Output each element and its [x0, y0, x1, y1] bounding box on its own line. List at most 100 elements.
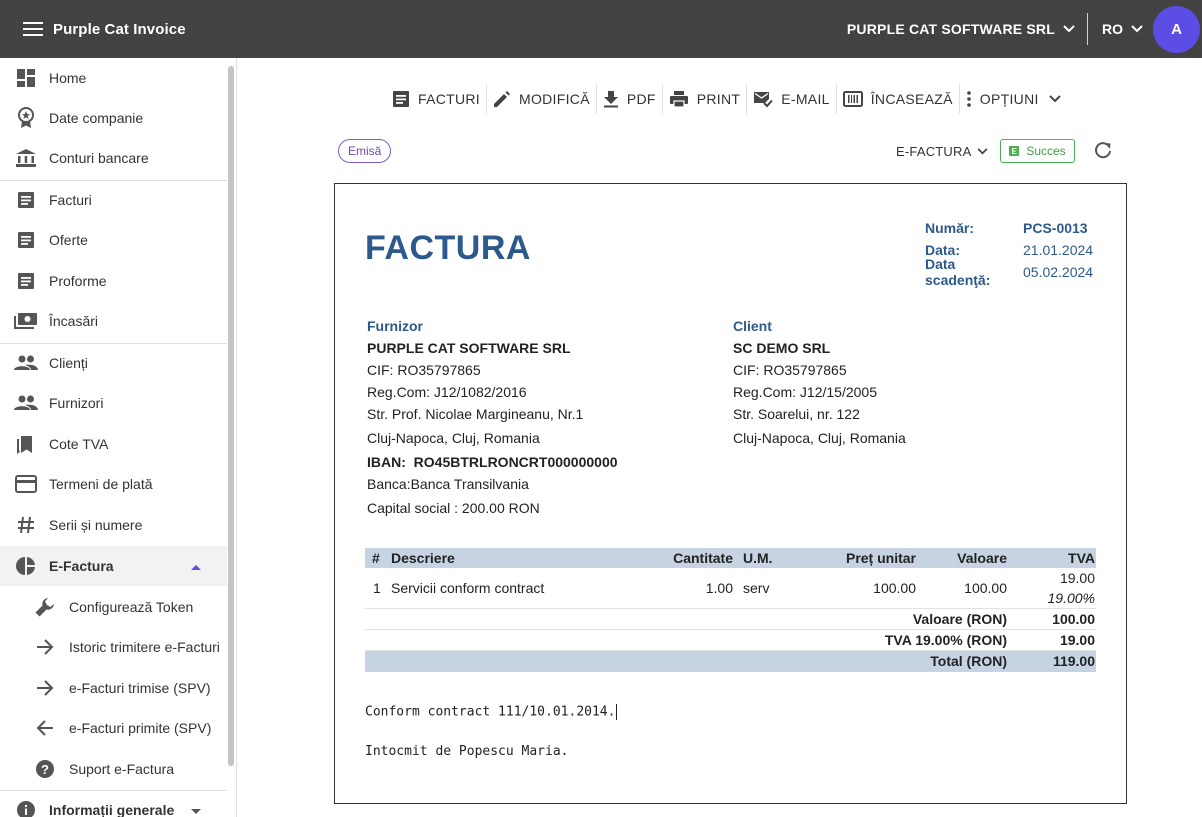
incaseaza-label: ÎNCASEAZĂ — [870, 91, 953, 107]
document-icon — [393, 91, 409, 107]
client-heading: Client — [733, 318, 772, 334]
sidebar-item-conturi-bancare[interactable]: Conturi bancare — [0, 138, 227, 178]
invoice-number: PCS-0013 — [1023, 220, 1088, 236]
incaseaza-button[interactable]: ÎNCASEAZĂ — [837, 80, 959, 118]
sidebar-item-label: Suport e-Factura — [69, 761, 175, 777]
payments-icon — [14, 309, 38, 333]
sidebar-item-incasari[interactable]: Încasări — [0, 301, 227, 341]
grand-total-label: Total (RON) — [930, 653, 1007, 669]
people-icon — [14, 351, 38, 375]
people-icon — [14, 391, 38, 415]
badge-icon — [14, 106, 38, 130]
sidebar-item-date-companie[interactable]: Date companie — [0, 98, 227, 138]
row-tva-rate: 19.00% — [1047, 590, 1095, 606]
furnizor-heading: Furnizor — [367, 318, 423, 334]
facturi-button[interactable]: FACTURI — [386, 80, 486, 118]
invoice-document: FACTURA Număr: PCS-0013 Data: 21.01.2024 D… — [334, 183, 1127, 804]
furnizor-cif: CIF: RO35797865 — [367, 362, 481, 378]
download-icon — [603, 91, 618, 108]
language-label: RO — [1102, 21, 1123, 37]
sidebar-item-cote-tva[interactable]: Cote TVA — [0, 424, 227, 464]
numar-label: Număr: — [925, 220, 975, 236]
document-icon — [14, 188, 38, 212]
row-nr: 1 — [373, 580, 381, 596]
row-descriere: Servicii conform contract — [391, 580, 545, 596]
furnizor-name: PURPLE CAT SOFTWARE SRL — [367, 340, 571, 356]
row-pret-unitar: 100.00 — [873, 580, 916, 596]
sidebar-item-efacturi-trimise[interactable]: e-Facturi trimise (SPV) — [0, 668, 227, 708]
invoice-date: 21.01.2024 — [1023, 242, 1094, 258]
note-line: Intocmit de Popescu Maria. — [365, 744, 569, 759]
banca-label: Banca: — [367, 476, 411, 492]
modifica-button[interactable]: MODIFICĂ — [487, 80, 596, 118]
sidebar-item-informatii-generale[interactable]: Informații generale — [0, 790, 227, 817]
tva-total-value: 19.00 — [1059, 632, 1095, 648]
optiuni-button[interactable]: OPȚIUNI — [960, 80, 1067, 118]
furnizor-capital: Capital social : 200.00 RON — [367, 500, 540, 516]
print-button[interactable]: PRINT — [663, 80, 747, 118]
furnizor-address: Str. Prof. Nicolae Margineanu, Nr.1 — [367, 406, 584, 422]
banca-value: Banca Transilvania — [410, 476, 529, 492]
sidebar-item-label: Încasări — [49, 313, 99, 329]
note-text: Conform contract 111/10.01.2014. — [365, 704, 616, 720]
pdf-button[interactable]: PDF — [597, 80, 662, 118]
sidebar-item-label: Serii și numere — [49, 517, 143, 533]
sidebar-item-label: Facturi — [49, 192, 92, 208]
sidebar-item-termeni-de-plata[interactable]: Termeni de plată — [0, 464, 227, 504]
text-caret — [616, 704, 618, 720]
email-button[interactable]: E-MAIL — [747, 80, 835, 118]
edit-icon — [494, 91, 510, 107]
document-icon — [14, 228, 38, 252]
company-selector[interactable]: PURPLE CAT SOFTWARE SRL — [847, 21, 1075, 37]
caret-down-icon — [190, 802, 202, 817]
hashtag-icon — [14, 513, 38, 537]
grand-total-row: Total (RON) 119.00 — [365, 651, 1096, 672]
arrow-right-icon — [33, 635, 57, 659]
print-icon — [669, 91, 688, 108]
bank-icon — [14, 146, 38, 170]
sidebar-item-label: Cote TVA — [49, 436, 109, 452]
furnizor-city: Cluj-Napoca, Cluj, Romania — [367, 430, 540, 446]
refresh-icon[interactable] — [1091, 139, 1115, 163]
menu-icon[interactable] — [13, 9, 53, 49]
sidebar-scrollbar[interactable] — [228, 66, 234, 766]
language-selector[interactable]: RO — [1102, 21, 1143, 37]
tva-total-row: TVA 19.00% (RON) 19.00 — [365, 630, 1096, 651]
col-valoare: Valoare — [957, 550, 1007, 566]
sidebar-item-label: e-Facturi trimise (SPV) — [69, 680, 211, 696]
subtotal-label: Valoare (RON) — [912, 611, 1007, 627]
invoice-notes[interactable]: Conform contract 111/10.01.2014. Intocmi… — [365, 704, 618, 784]
col-nr: # — [372, 550, 380, 566]
more-vertical-icon — [966, 91, 971, 107]
sidebar-item-suport-efactura[interactable]: ? Suport e-Factura — [0, 749, 227, 789]
sidebar-item-e-factura[interactable]: E-Factura — [0, 546, 227, 586]
efactura-icon: E — [1009, 146, 1020, 156]
col-pret-unitar: Preț unitar — [845, 550, 916, 566]
sidebar-item-configureaza-token[interactable]: Configurează Token — [0, 587, 227, 627]
row-tva: 19.00 — [1059, 570, 1095, 586]
sidebar-item-facturi[interactable]: Facturi — [0, 180, 227, 220]
info-icon — [14, 798, 38, 817]
sidebar-item-furnizori[interactable]: Furnizori — [0, 383, 227, 423]
dashboard-icon — [14, 66, 38, 90]
sidebar-item-serii-si-numere[interactable]: Serii și numere — [0, 505, 227, 545]
sidebar-item-clienti[interactable]: Clienți — [0, 343, 227, 383]
efactura-selector[interactable]: E-FACTURA — [896, 140, 988, 162]
sidebar-item-istoric-trimitere[interactable]: Istoric trimitere e-Facturi — [0, 627, 227, 667]
note-line: Conform contract 111/10.01.2014. — [365, 704, 618, 744]
iban-label: IBAN: — [367, 454, 406, 470]
sidebar-item-oferte[interactable]: Oferte — [0, 220, 227, 260]
efactura-status-badge[interactable]: E Succes — [1000, 139, 1075, 163]
sidebar-item-label: Istoric trimitere e-Facturi — [69, 639, 220, 655]
sidebar-item-home[interactable]: Home — [0, 58, 227, 98]
avatar[interactable]: A — [1153, 5, 1200, 53]
table-row: 1 Servicii conform contract 1.00 serv 10… — [365, 568, 1096, 609]
company-name: PURPLE CAT SOFTWARE SRL — [846, 21, 1055, 37]
sidebar-item-label: Home — [49, 70, 87, 86]
sidebar-item-proforme[interactable]: Proforme — [0, 261, 227, 301]
invoice-meta: Număr: PCS-0013 Data: 21.01.2024 Data scad… — [925, 217, 1094, 288]
items-table: # Descriere Cantitate U.M. Preț unitar V… — [365, 548, 1096, 672]
arrow-right-icon — [33, 676, 57, 700]
col-tva: TVA — [1068, 550, 1095, 566]
sidebar-item-efacturi-primite[interactable]: e-Facturi primite (SPV) — [0, 708, 227, 748]
